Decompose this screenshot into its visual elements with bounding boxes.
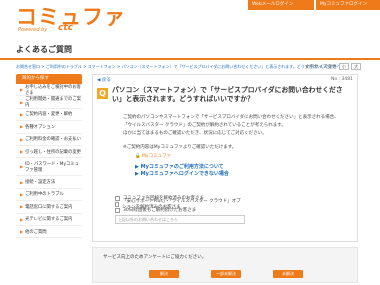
font-size-small-button[interactable]: 小 (338, 63, 349, 70)
usage-guide-link[interactable]: ▶ Myコミュファのご利用方法について (135, 164, 348, 171)
chevron-right-icon: ▶ (20, 124, 24, 130)
sidebar-item[interactable]: ▶ お申し込みをご検討中のお客さま (16, 84, 82, 97)
question-badge: Q (97, 88, 108, 99)
faq-number: No : 3481 (331, 77, 353, 82)
answer-line: ご契約のパソコンやスマートフォンで「サービスプロバイダにお問い合わせください」と… (123, 115, 339, 120)
site-header: コミュファ Powered by ctc Webメールログイン Myコミュファロ… (0, 0, 380, 38)
sidebar-item[interactable]: ▶ ID・パスワード・Myコミュファ管理 (16, 158, 82, 177)
breadcrumb[interactable]: お問合せ窓口 > ご利用中のトラブル > スマートフォン > パソコン（スマート… (16, 64, 341, 70)
sidebar-item[interactable]: ▶ ご契約内容・変更・解約 (16, 108, 82, 122)
chevron-right-icon: ▶ (20, 111, 24, 117)
lock-icon: 🔒 (135, 153, 143, 159)
sidebar-item[interactable]: ▶ 光テレビに関するご案内 (16, 213, 82, 226)
sidebar-item[interactable]: ▶ ご利用中のトラブル (16, 188, 82, 202)
chevron-right-icon: ▶ (20, 164, 24, 170)
answer-line: ほかに当てはまるものご確認いただき、状況に応じてご対応ください。 (123, 131, 267, 137)
chevron-right-icon: ▶ (20, 216, 24, 222)
sidebar-item[interactable]: ▶ ご利用開始・開通までのご案内 (16, 96, 82, 109)
sidebar-item[interactable]: ▶ 引っ越し・住所の記載の変更 (16, 145, 82, 159)
chevron-right-icon: ▶ (20, 204, 24, 210)
faq-question: パソコン（スマートフォン）で「サービスプロバイダにお問い合わせください」と表示さ… (112, 86, 343, 103)
chevron-right-icon: ▶ (20, 136, 24, 142)
survey-question: サービス向上のためアンケートにご協力ください。 (103, 255, 207, 260)
checkbox[interactable] (115, 201, 120, 207)
sidebar-item[interactable]: ▶ 電話窓口に関するご案内 (16, 201, 82, 214)
checkbox[interactable] (115, 195, 120, 201)
survey-partial-button[interactable]: 一部未解決 (211, 270, 241, 278)
sidebar-item[interactable]: ▶ 各種オプション (16, 121, 82, 134)
logo-powered-by: Powered by (18, 27, 48, 33)
survey-unsolved-button[interactable]: 未解決 (273, 270, 303, 278)
font-size-label: 文字サイズ変更 (305, 65, 337, 70)
sidebar: 目的から探す ▶ お申し込みをご検討中のお客さま ▶ ご利用開始・開通までのご案内 … (16, 74, 82, 239)
sidebar-item[interactable]: ▶ ご利用料金の確認・お支払い (16, 133, 82, 146)
chevron-right-icon: ▶ (20, 87, 24, 93)
answer-line: 「ウイルスバスター クラウド」のご契約が解約されていることが考えられます。 (123, 123, 286, 129)
logo-brand: ctc (58, 23, 73, 33)
font-size-control: 文字サイズ変更 小 大 (305, 63, 362, 70)
sidebar-item[interactable]: ▶ 他のご質問 (16, 225, 82, 239)
chevron-right-icon: ▶ (20, 99, 24, 105)
chevron-right-icon: ▶ (20, 191, 24, 197)
chevron-right-icon: ▶ (20, 229, 24, 235)
webmail-login-button[interactable]: Webメールログイン (248, 0, 314, 10)
return-link[interactable]: ◀ 戻る (97, 77, 111, 83)
survey-solved-button[interactable]: 解決 (149, 270, 179, 278)
header-divider (0, 58, 380, 60)
sidebar-item[interactable]: ▶ 接続・設定方法 (16, 176, 82, 189)
checkbox[interactable] (115, 207, 120, 213)
mycommufa-login-button[interactable]: Myコミュファログイン (316, 0, 380, 10)
sidebar-header: 目的から探す (16, 74, 82, 84)
faq-content-panel: ◀ 戻る No : 3481 Q パソコン（スマートフォン）で「サービスプロバイ… (92, 74, 358, 242)
page-title: よくあるご質問 (16, 45, 72, 54)
mycommufa-link[interactable]: 🔒 Myコミュファ (135, 154, 348, 160)
chevron-right-icon: ▶ (20, 149, 24, 155)
feedback-options: コミュファ光回線を解約済みのお客さま 「安心サポートPlus」・「ウイルスバスタ… (115, 195, 245, 224)
survey-box: サービス向上のためアンケートにご協力ください。 解決 一部未解決 未解決 (92, 247, 358, 283)
faq-answer: ご契約のパソコンやスマートフォンで「サービスプロバイダにお問い合わせください」と… (123, 115, 348, 178)
answer-line: ※ご契約内容はMyコミュファよりご確認いただけます。 (123, 144, 237, 150)
feedback-input[interactable]: 上記以外のお問い合わせはこちら (115, 215, 245, 224)
font-size-large-button[interactable]: 大 (351, 63, 362, 70)
chevron-right-icon: ▶ (20, 179, 24, 185)
login-help-link[interactable]: ▶ Myコミュファへログインできない場合 (135, 171, 348, 178)
